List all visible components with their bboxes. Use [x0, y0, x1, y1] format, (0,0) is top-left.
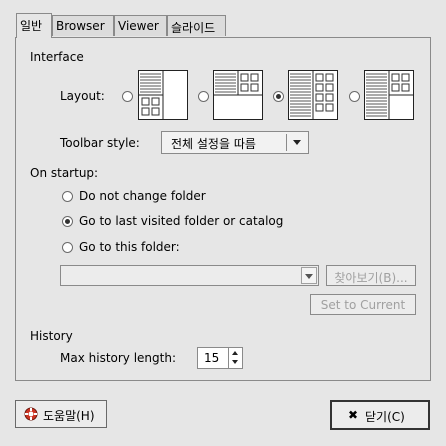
- startup-option-this-folder-radio[interactable]: [62, 242, 73, 253]
- chevron-down-icon: [293, 140, 301, 145]
- spinner-divider: [228, 348, 229, 368]
- set-to-current-button[interactable]: Set to Current: [310, 294, 416, 315]
- toolbar-style-select[interactable]: 전체 설정을 따름: [161, 131, 309, 154]
- tab-browser-label: Browser: [56, 19, 105, 33]
- help-button-label: 도움말(H): [43, 409, 95, 423]
- browse-button-label: 찾아보기(B)...: [334, 271, 408, 285]
- tab-browser[interactable]: Browser: [52, 15, 114, 36]
- layout-label: Layout:: [60, 89, 105, 103]
- close-icon: ✖: [348, 408, 359, 422]
- close-button-label: 닫기(C): [365, 410, 405, 424]
- toolbar-style-value: 전체 설정을 따름: [171, 137, 256, 151]
- chevron-down-icon: [305, 274, 313, 279]
- max-history-length-spinner[interactable]: 15: [197, 347, 243, 369]
- tab-general-label: 일반: [20, 19, 43, 33]
- interface-heading: Interface: [30, 50, 84, 64]
- folder-path-combo: [60, 265, 319, 286]
- layout-radio-3[interactable]: [273, 91, 284, 102]
- chevron-down-icon[interactable]: [232, 360, 238, 364]
- max-history-length-label: Max history length:: [60, 351, 177, 365]
- startup-option-this-folder-label[interactable]: Go to this folder:: [79, 240, 180, 254]
- dropdown-divider: [286, 134, 287, 151]
- lifebuoy-icon: [24, 407, 38, 421]
- history-heading: History: [30, 329, 73, 343]
- set-to-current-label: Set to Current: [320, 298, 406, 312]
- max-history-length-value: 15: [204, 351, 220, 365]
- startup-option-no-change-radio[interactable]: [62, 191, 73, 202]
- toolbar-style-label: Toolbar style:: [60, 136, 140, 150]
- layout-4-icon: [364, 70, 414, 120]
- layout-3-icon: [288, 70, 338, 120]
- startup-option-no-change-label[interactable]: Do not change folder: [79, 189, 206, 203]
- browse-button[interactable]: 찾아보기(B)...: [326, 265, 416, 286]
- chevron-up-icon[interactable]: [232, 351, 238, 355]
- layout-1-icon: [138, 70, 188, 120]
- startup-heading: On startup:: [30, 166, 99, 180]
- help-button[interactable]: 도움말(H): [15, 400, 107, 428]
- layout-radio-2[interactable]: [198, 91, 209, 102]
- startup-option-last-visited-radio[interactable]: [62, 216, 73, 227]
- tab-viewer[interactable]: Viewer: [114, 15, 167, 36]
- tab-general[interactable]: 일반: [16, 13, 52, 38]
- tab-viewer-label: Viewer: [118, 19, 159, 33]
- layout-radio-1[interactable]: [122, 91, 133, 102]
- tab-slideshow[interactable]: 슬라이드: [167, 15, 226, 36]
- close-button[interactable]: ✖ 닫기(C): [330, 400, 430, 430]
- tab-slideshow-label: 슬라이드: [171, 21, 216, 35]
- startup-option-last-visited-label[interactable]: Go to last visited folder or catalog: [79, 214, 283, 228]
- layout-2-icon: [213, 70, 263, 120]
- layout-radio-4[interactable]: [349, 91, 360, 102]
